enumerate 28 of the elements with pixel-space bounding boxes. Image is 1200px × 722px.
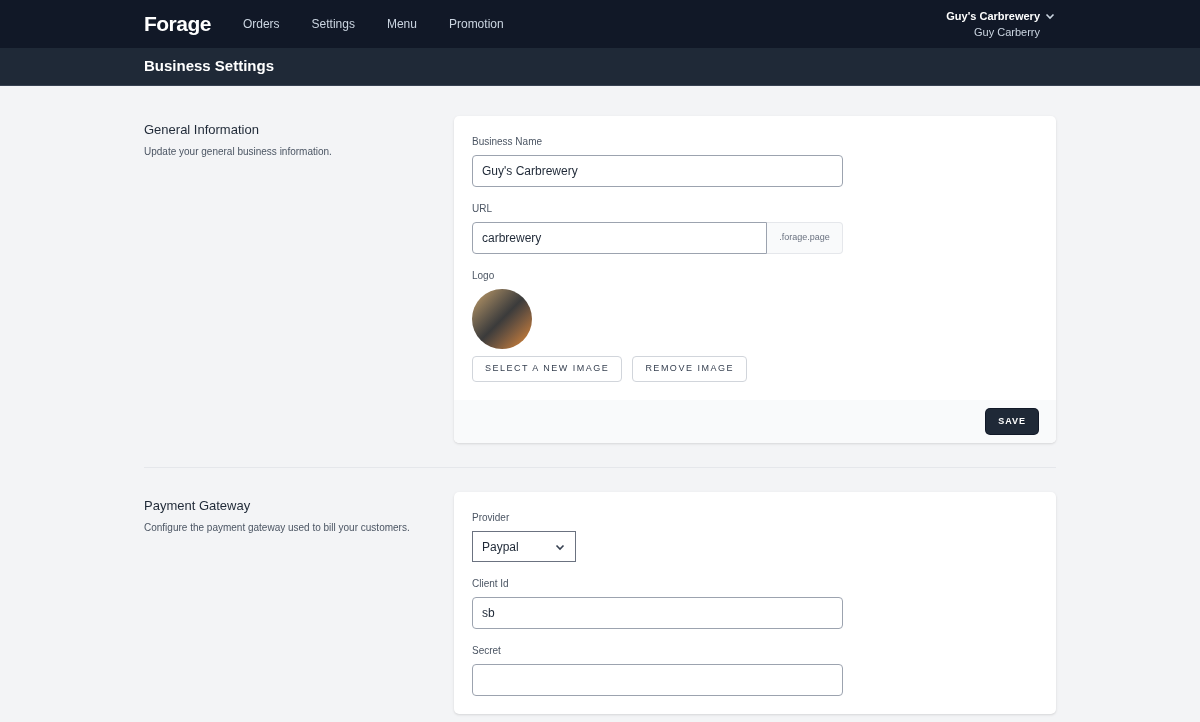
field-label: Secret (472, 644, 502, 658)
field-label: Business Name (472, 135, 544, 149)
field-label: Client Id (472, 577, 510, 591)
field-label: Provider (472, 511, 511, 525)
nav-link[interactable]: Menu (386, 15, 417, 33)
field-label: Logo (472, 269, 496, 283)
text-input-field[interactable]: Guy's Carbrewery (472, 155, 843, 187)
nav-link[interactable]: Settings (311, 15, 355, 33)
save-button[interactable]: SAVE (986, 409, 1038, 434)
section-description: Update your general business information. (144, 144, 333, 159)
field-label: URL (472, 202, 493, 216)
url-input-field[interactable]: carbrewery (472, 222, 767, 254)
account-user-name: Guy Carberry (973, 25, 1040, 40)
nav-link[interactable]: Orders (242, 15, 280, 33)
text-input-field[interactable]: sb (472, 597, 843, 629)
url-suffix: .forage.page (767, 222, 843, 254)
page-title: Business Settings (144, 56, 275, 77)
logo-photo-placeholder (472, 289, 532, 349)
nav-link[interactable]: Promotion (448, 15, 504, 33)
account-business-name[interactable]: Guy's Carbrewery (946, 7, 1040, 24)
provider-dropdown[interactable]: Paypal (472, 531, 576, 562)
text-input-field[interactable] (472, 664, 843, 696)
brand-logo[interactable]: Forage (144, 8, 211, 40)
section-title: Payment Gateway (144, 497, 252, 515)
section-title: General Information (144, 121, 260, 139)
section-description: Configure the payment gateway used to bill your customers. (144, 520, 411, 535)
image-button[interactable]: REMOVE IMAGE (632, 356, 747, 382)
image-button[interactable]: SELECT A NEW IMAGE (472, 356, 623, 382)
